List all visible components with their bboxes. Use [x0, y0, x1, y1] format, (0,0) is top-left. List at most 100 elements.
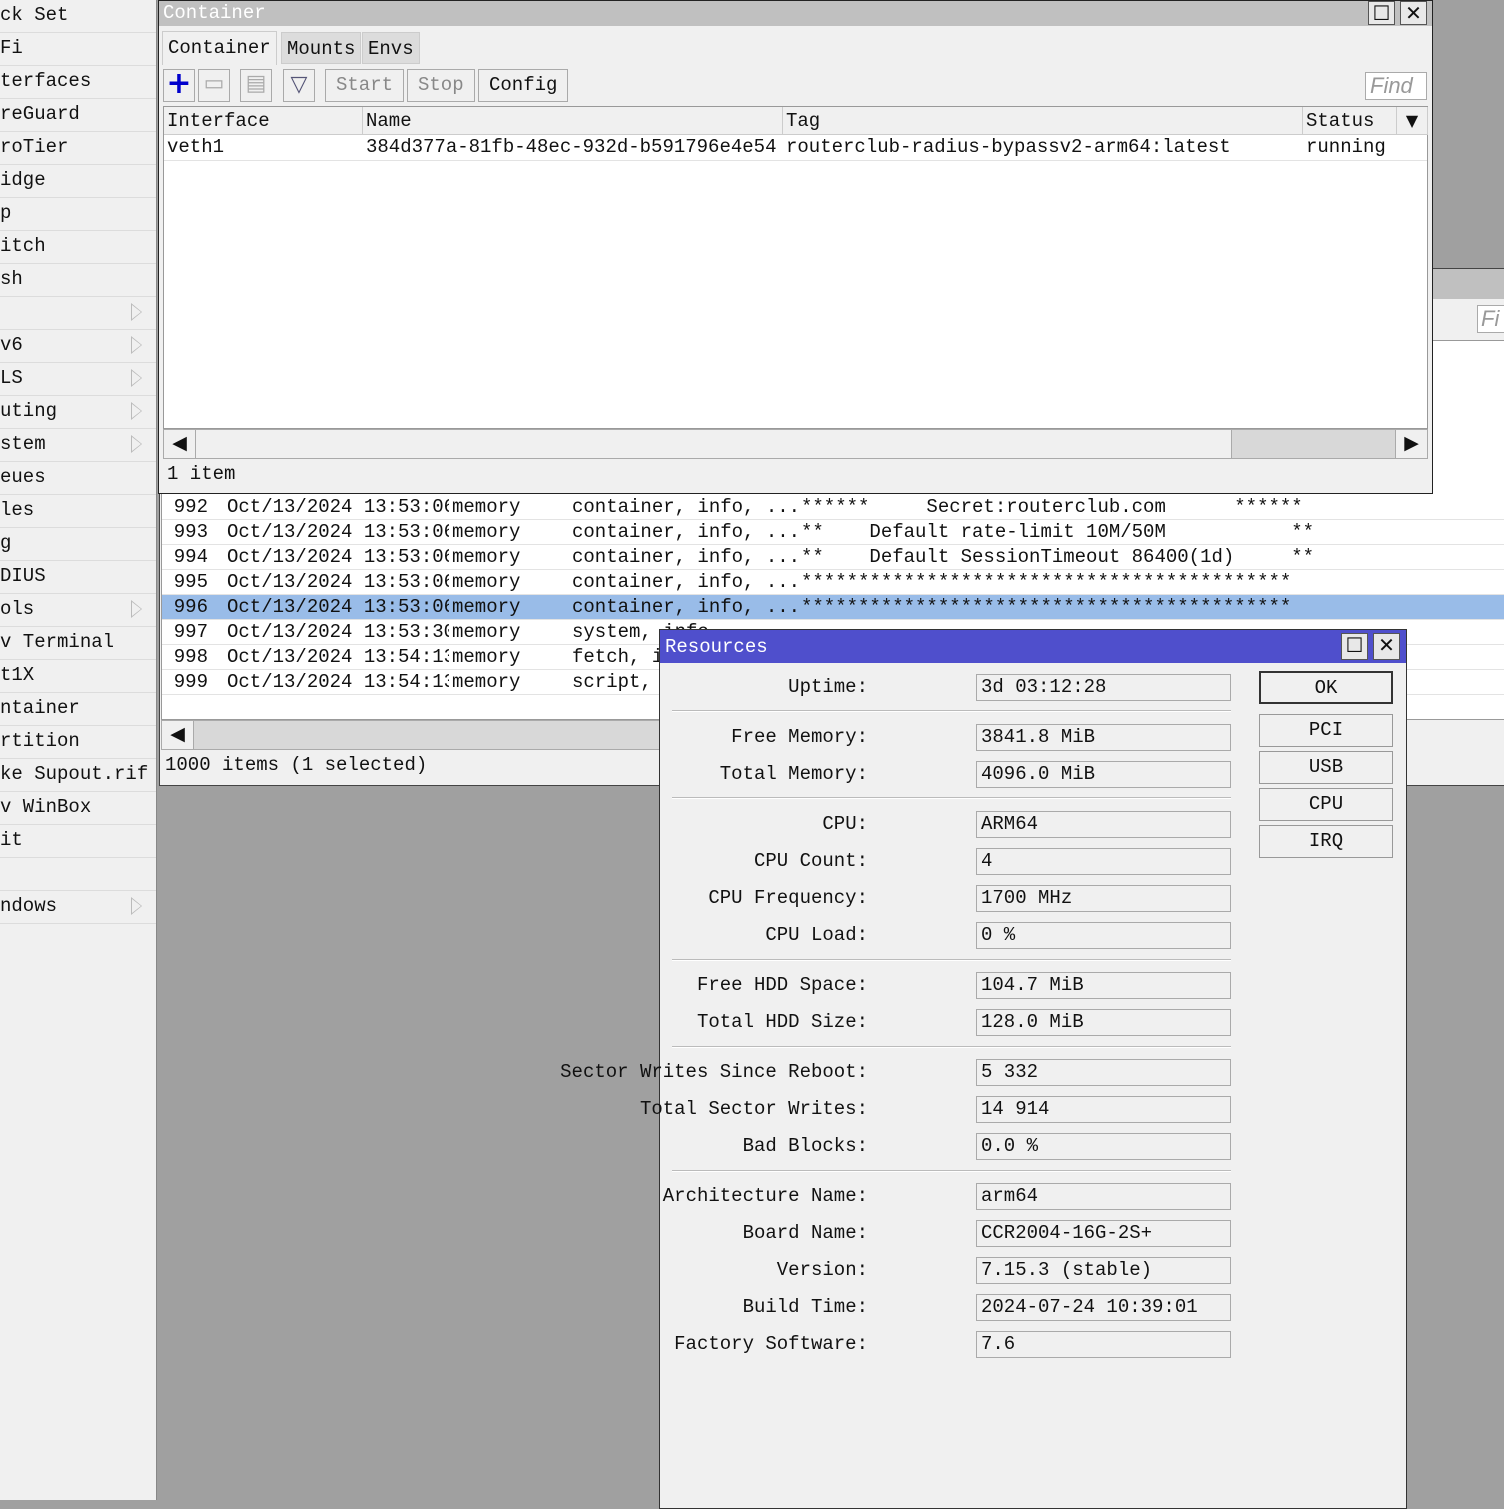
sidebar-item[interactable]: terfaces [0, 66, 156, 99]
log-hscrollbar[interactable]: ◀ [161, 720, 661, 750]
sidebar-item[interactable]: idge [0, 165, 156, 198]
log-cell-time: Oct/13/2024 13:53:06 [227, 596, 449, 618]
sidebar-item[interactable]: les [0, 495, 156, 528]
sidebar-item[interactable]: p [0, 198, 156, 231]
field-label: CPU Count: [753, 850, 868, 872]
pci-button[interactable]: PCI [1259, 714, 1393, 747]
tab-envs[interactable]: Envs [362, 32, 420, 64]
log-row[interactable]: 992 Oct/13/2024 13:53:06 memory container, … [162, 495, 1504, 520]
sidebar-item[interactable]: ke Supout.rif [0, 759, 156, 792]
log-cell-buffer: memory [452, 671, 521, 693]
log-cell-buffer: memory [452, 521, 521, 543]
resources-titlebar[interactable]: Resources [660, 630, 1406, 663]
sidebar-item[interactable]: stem [0, 429, 156, 462]
sidebar-item[interactable]: ntainer [0, 693, 156, 726]
sidebar-item-label: uting [0, 400, 58, 422]
container-titlebar[interactable]: Container [159, 1, 1432, 26]
comment-icon[interactable]: ▤ [240, 69, 272, 102]
scroll-left-icon[interactable]: ◀ [162, 721, 194, 749]
cpu-button[interactable]: CPU [1259, 788, 1393, 821]
irq-button[interactable]: IRQ [1259, 825, 1393, 858]
sidebar-item-label: eues [0, 466, 46, 488]
sidebar-item[interactable]: itch [0, 231, 156, 264]
sidebar-item[interactable]: g [0, 528, 156, 561]
log-cell-message: ** Default SessionTimeout 86400(1d) ** [801, 546, 1315, 568]
log-cell-time: Oct/13/2024 13:54:13 [227, 671, 449, 693]
container-status: 1 item [167, 463, 236, 485]
start-button[interactable]: Start [325, 69, 405, 102]
sidebar-item[interactable]: v Terminal [0, 627, 156, 660]
close-icon[interactable]: ✕ [1373, 633, 1400, 660]
sidebar-item[interactable]: DIUS [0, 561, 156, 594]
sidebar-item[interactable]: Fi [0, 33, 156, 66]
column-header-name[interactable]: Name [363, 107, 783, 135]
container-find-input[interactable]: Find [1365, 72, 1427, 100]
field-label: CPU: [822, 813, 868, 835]
sidebar-item-label: Fi [0, 37, 23, 59]
sidebar-item[interactable]: LS [0, 363, 156, 396]
stop-button[interactable]: Stop [407, 69, 475, 102]
submenu-arrow-icon [131, 303, 142, 321]
sidebar-item[interactable]: uting [0, 396, 156, 429]
field-label: Free HDD Space: [696, 974, 868, 996]
scroll-left-icon[interactable]: ◀ [164, 430, 196, 458]
log-find-input[interactable]: Fi [1477, 305, 1504, 333]
log-cell-time: Oct/13/2024 13:53:06 [227, 546, 449, 568]
plus-icon[interactable]: + [163, 69, 195, 102]
scroll-thumb[interactable] [196, 430, 1232, 458]
log-row[interactable]: 996 Oct/13/2024 13:53:06 memory container, … [162, 595, 1504, 620]
sidebar-item[interactable]: rtition [0, 726, 156, 759]
sidebar-item[interactable]: v WinBox [0, 792, 156, 825]
usb-button[interactable]: USB [1259, 751, 1393, 784]
log-cell-num: 995 [173, 571, 208, 593]
sidebar-item-label: v WinBox [0, 796, 92, 818]
sidebar-item-label: idge [0, 169, 46, 191]
sidebar-item-label: ck Set [0, 4, 69, 26]
minus-icon[interactable]: ▭ [198, 69, 230, 102]
sidebar-item[interactable]: ck Set [0, 0, 156, 33]
sidebar-item[interactable]: it [0, 825, 156, 858]
submenu-arrow-icon [131, 336, 142, 354]
sidebar-item[interactable] [0, 297, 156, 330]
column-chooser-icon[interactable]: ▼ [1397, 107, 1428, 135]
filter-icon[interactable]: ▽ [283, 69, 315, 102]
sidebar-item-label: LS [0, 367, 23, 389]
sidebar-item[interactable]: reGuard [0, 99, 156, 132]
maximize-icon[interactable]: ☐ [1341, 633, 1368, 660]
container-hscrollbar[interactable]: ◀ ▶ [163, 429, 1428, 459]
sidebar-item[interactable]: sh [0, 264, 156, 297]
log-cell-topics: container, info, ... [572, 596, 800, 618]
table-row[interactable]: veth1 384d377a-81fb-48ec-932d-b591796e4e… [164, 135, 1427, 161]
config-button[interactable]: Config [478, 69, 569, 102]
column-header-interface[interactable]: Interface [164, 107, 363, 135]
maximize-icon[interactable]: ☐ [1368, 1, 1395, 25]
log-row[interactable]: 994 Oct/13/2024 13:53:06 memory container, … [162, 545, 1504, 570]
sidebar-item[interactable]: t1X [0, 660, 156, 693]
log-cell-message: ****** Secret:routerclub.com ****** [801, 496, 1303, 518]
sidebar-item[interactable]: ols [0, 594, 156, 627]
scroll-right-icon[interactable]: ▶ [1395, 430, 1427, 458]
log-cell-buffer: memory [452, 621, 521, 643]
sidebar-item[interactable]: roTier [0, 132, 156, 165]
sidebar-item[interactable]: ndows [0, 891, 156, 924]
field-label: Architecture Name: [662, 1185, 868, 1207]
column-header-tag[interactable]: Tag [783, 107, 1303, 135]
field-value: 0 % [976, 922, 1231, 949]
sidebar-item-label: les [0, 499, 35, 521]
column-header-status[interactable]: Status [1303, 107, 1397, 135]
log-cell-topics: container, info, ... [572, 521, 800, 543]
separator [672, 1046, 1231, 1048]
close-icon[interactable]: ✕ [1400, 1, 1427, 25]
tab-mounts[interactable]: Mounts [281, 32, 362, 64]
sidebar-item[interactable]: v6 [0, 330, 156, 363]
log-cell-time: Oct/13/2024 13:53:06 [227, 521, 449, 543]
sidebar-item-label: roTier [0, 136, 69, 158]
log-row[interactable]: 993 Oct/13/2024 13:53:06 memory container, … [162, 520, 1504, 545]
field-label: Version: [776, 1259, 868, 1281]
sidebar-item[interactable] [0, 858, 156, 891]
tab-container[interactable]: Container [162, 31, 277, 65]
log-row[interactable]: 995 Oct/13/2024 13:53:06 memory container, … [162, 570, 1504, 595]
ok-button[interactable]: OK [1259, 671, 1393, 704]
sidebar-item[interactable]: eues [0, 462, 156, 495]
sidebar-item-label: v Terminal [0, 631, 115, 653]
